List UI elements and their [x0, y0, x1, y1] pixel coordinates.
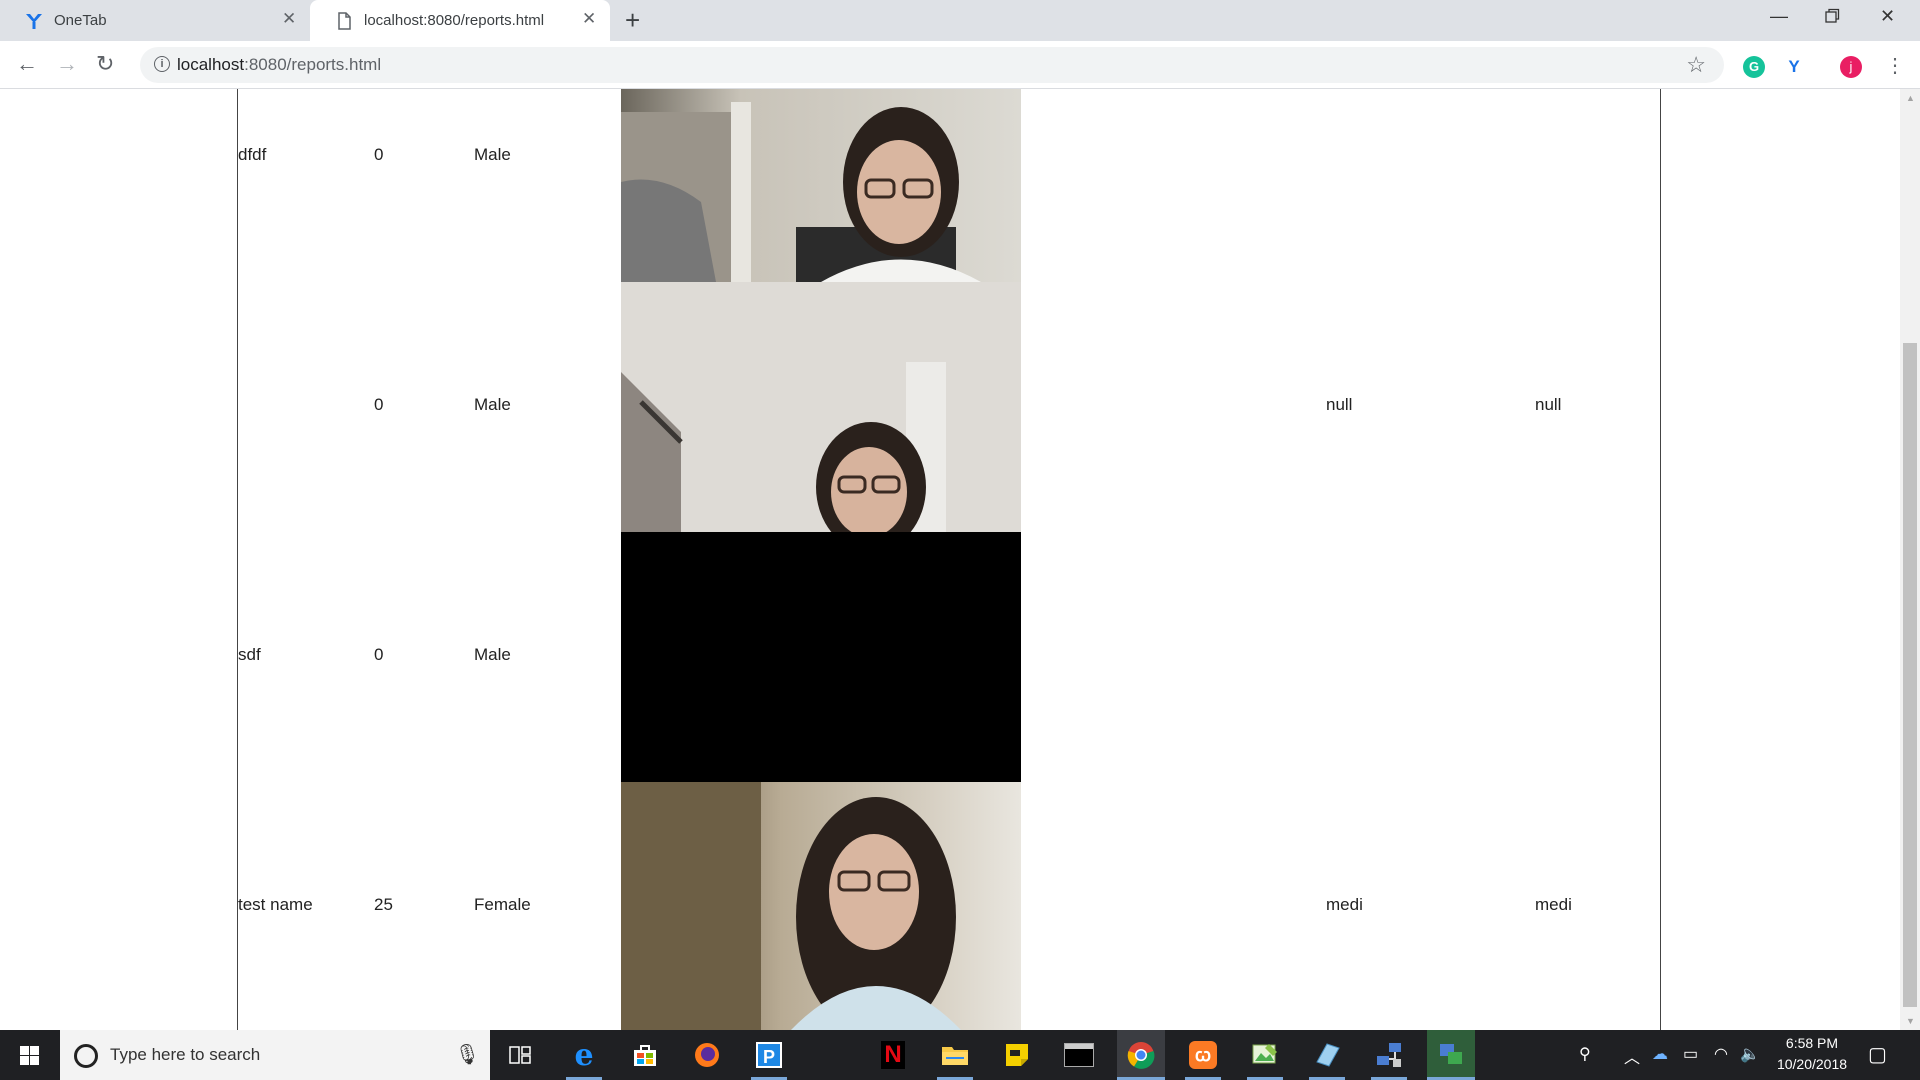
close-tab-icon[interactable]: ✕ [582, 9, 596, 29]
firefox-icon[interactable] [689, 1038, 725, 1072]
close-tab-icon[interactable]: ✕ [282, 9, 296, 29]
age-cell: 0 [374, 145, 384, 164]
taskbar-search-box[interactable]: Type here to search 🎙 [60, 1030, 490, 1080]
table-border-left [237, 89, 238, 1030]
back-icon[interactable]: ← [16, 51, 38, 77]
minimize-icon[interactable]: — [1770, 6, 1788, 27]
clock-date: 10/20/2018 [1776, 1056, 1848, 1072]
image-app-icon[interactable] [1247, 1038, 1283, 1072]
browser-toolbar: ← → ↻ i localhost:8080/reports.html ☆ [0, 41, 1920, 89]
tab-label: localhost:8080/reports.html [364, 12, 545, 29]
info-icon[interactable]: i [154, 56, 170, 72]
column-6-cell: medi [1535, 895, 1572, 914]
column-6-cell: null [1535, 395, 1562, 414]
plus-icon[interactable]: + [625, 5, 640, 36]
page-icon [338, 12, 351, 30]
microphone-icon[interactable]: 🎙 [455, 1042, 480, 1067]
battery-icon[interactable]: ▭ [1683, 1044, 1698, 1064]
remote-app-icon[interactable] [1427, 1030, 1475, 1080]
cortana-icon [74, 1044, 98, 1068]
webcam-photo-3 [621, 782, 1021, 1030]
webcam-photo-2 [621, 282, 1021, 532]
start-button[interactable] [0, 1030, 60, 1080]
age-cell: 0 [374, 395, 384, 414]
wifi-icon[interactable]: ◠ [1714, 1044, 1728, 1064]
reports-page: dfdf 0 Male 0 Male null null sdf 0 Male … [0, 89, 1900, 1030]
terminal-icon[interactable] [1061, 1038, 1097, 1072]
webcam-photo-1 [621, 89, 1021, 282]
name-cell: dfdf [238, 145, 267, 164]
system-clock[interactable]: 6:58 PM 10/20/2018 [1764, 1033, 1860, 1075]
edge-icon[interactable]: e [566, 1038, 602, 1073]
netflix-icon[interactable]: N [875, 1038, 911, 1072]
column-5-cell: null [1326, 395, 1353, 414]
onedrive-icon[interactable]: ☁ [1652, 1044, 1668, 1064]
search-placeholder: Type here to search [110, 1045, 261, 1064]
vertical-scrollbar[interactable]: ▲ ▼ [1900, 89, 1920, 1030]
menu-kebab-icon[interactable]: ⋮ [1885, 53, 1905, 78]
windows-logo-icon [20, 1046, 39, 1065]
address-bar[interactable]: i localhost:8080/reports.html ☆ [140, 47, 1724, 83]
chrome-icon[interactable] [1117, 1030, 1165, 1080]
profile-avatar[interactable]: j [1840, 56, 1862, 78]
windows-taskbar: Type here to search 🎙 e P N ꞷ ⚲ ︿ ☁ ▭ ◠ … [0, 1030, 1920, 1080]
scroll-up-arrow-icon[interactable]: ▲ [1906, 93, 1915, 103]
scroll-down-arrow-icon[interactable]: ▼ [1906, 1016, 1915, 1026]
file-explorer-icon[interactable] [937, 1038, 973, 1072]
pandora-icon[interactable]: P [751, 1038, 787, 1072]
close-icon[interactable]: ✕ [1880, 6, 1895, 27]
column-5-cell: medi [1326, 895, 1363, 914]
onetab-ext-icon[interactable]: Y [1783, 56, 1805, 78]
xampp-icon[interactable]: ꞷ [1185, 1038, 1221, 1072]
gender-cell: Female [474, 895, 531, 914]
age-cell: 0 [374, 645, 384, 664]
forward-icon[interactable]: → [56, 51, 78, 77]
table-border-right [1660, 89, 1661, 1030]
notifications-icon[interactable]: ▢ [1868, 1042, 1887, 1067]
tab-label: OneTab [54, 12, 107, 29]
grammarly-icon[interactable]: G [1743, 56, 1765, 78]
volume-icon[interactable]: 🔈 [1740, 1044, 1760, 1064]
tab-reports[interactable]: localhost:8080/reports.html ✕ [310, 0, 610, 41]
scroll-thumb[interactable] [1903, 343, 1917, 1007]
chevron-up-icon[interactable]: ︿ [1624, 1044, 1640, 1068]
clock-time: 6:58 PM [1785, 1035, 1839, 1051]
reload-icon[interactable]: ↻ [96, 51, 114, 77]
people-icon[interactable]: ⚲ [1579, 1044, 1591, 1064]
webcam-photo-black [621, 532, 1021, 782]
gender-cell: Male [474, 645, 511, 664]
tab-strip: OneTab ✕ localhost:8080/reports.html ✕ +… [0, 0, 1920, 41]
store-icon[interactable] [627, 1038, 663, 1072]
gender-cell: Male [474, 145, 511, 164]
name-cell: sdf [238, 645, 261, 664]
sticky-notes-icon[interactable] [999, 1038, 1035, 1072]
name-cell: test name [238, 895, 313, 914]
gender-cell: Male [474, 395, 511, 414]
network-app-icon[interactable] [1371, 1038, 1407, 1072]
restore-icon[interactable] [1824, 8, 1840, 29]
bookmark-star-icon[interactable]: ☆ [1686, 52, 1706, 78]
onetab-icon [26, 14, 42, 29]
task-view-icon[interactable] [502, 1038, 538, 1072]
tab-onetab[interactable]: OneTab ✕ [0, 0, 308, 41]
notepad-icon[interactable] [1309, 1038, 1345, 1072]
url-text[interactable]: localhost:8080/reports.html [177, 55, 381, 75]
age-cell: 25 [374, 895, 393, 914]
